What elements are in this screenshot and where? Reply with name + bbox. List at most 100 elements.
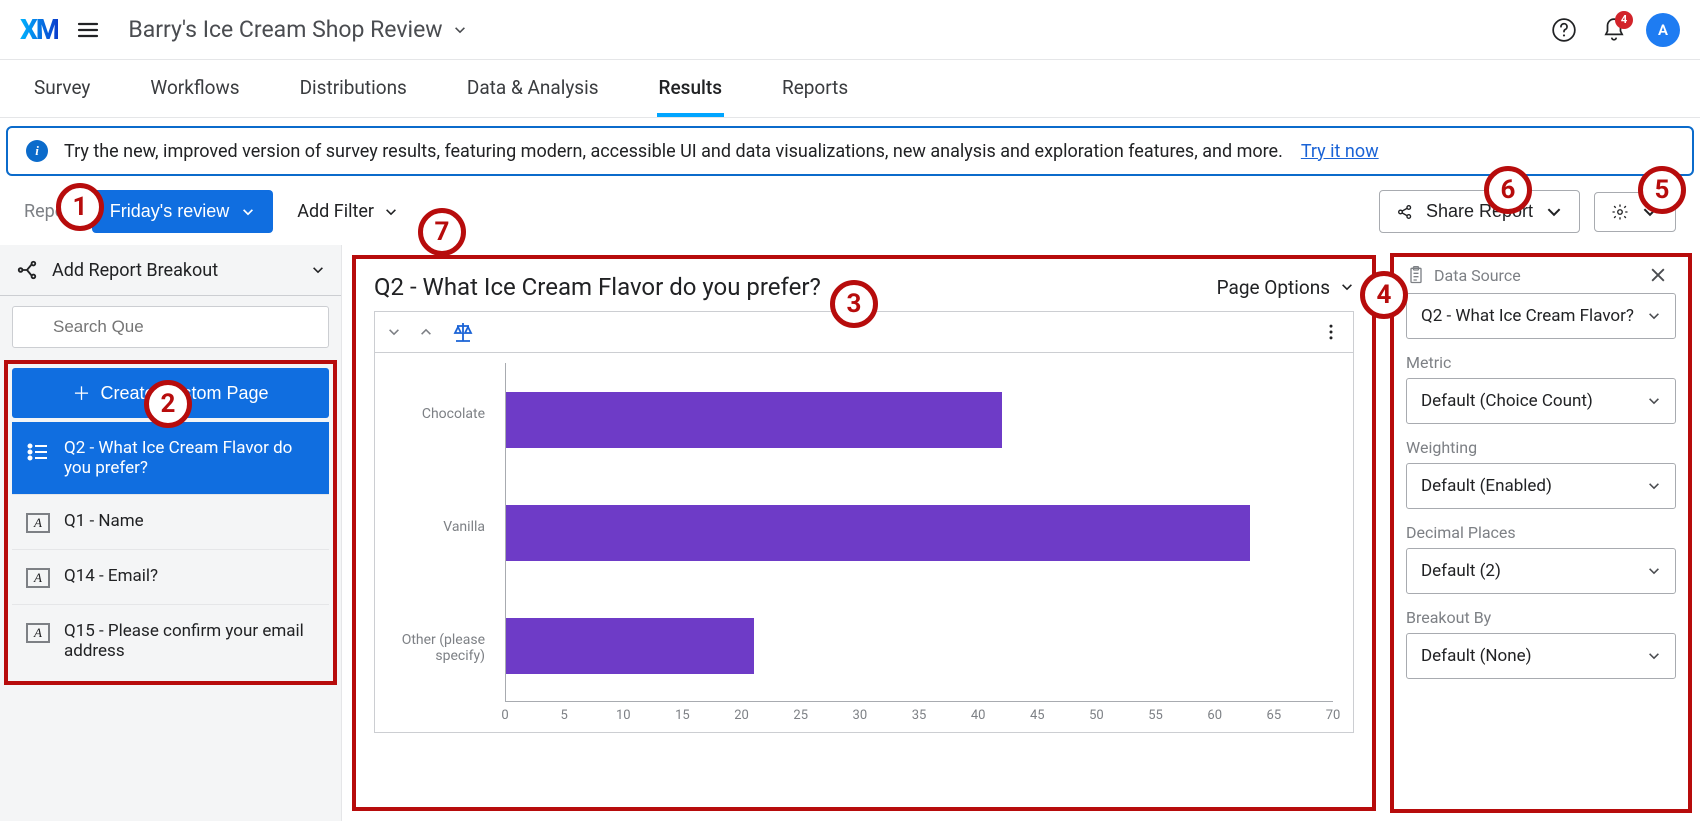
chart-bar [506,618,754,674]
chevron-down-icon [311,263,325,277]
page-item-q1[interactable]: A Q1 - Name [12,495,329,550]
tab-results[interactable]: Results [657,60,724,117]
info-banner-text: Try the new, improved version of survey … [64,141,1283,162]
data-source-select[interactable]: Q2 - What Ice Cream Flavor? [1406,293,1676,339]
text-question-icon: A [26,623,50,643]
add-filter-dropdown[interactable]: Add Filter [297,201,398,222]
tab-distributions[interactable]: Distributions [298,60,409,117]
metric-select[interactable]: Default (Choice Count) [1406,378,1676,424]
page-options-dropdown[interactable]: Page Options [1217,276,1354,299]
chart-tick-label: 25 [793,708,808,723]
metric-label: Metric [1406,353,1676,372]
chart-tick-label: 45 [1030,708,1045,723]
close-icon[interactable] [1648,265,1668,285]
chevron-down-icon [1647,649,1661,663]
chevron-down-icon [453,23,467,37]
question-title: Q2 - What Ice Cream Flavor do you prefer… [374,273,821,301]
breakout-by-select[interactable]: Default (None) [1406,633,1676,679]
logo[interactable]: XM [20,13,58,46]
chart-tick-label: 30 [853,708,868,723]
chevron-down-icon [1545,203,1563,221]
tab-data-analysis[interactable]: Data & Analysis [465,60,601,117]
add-filter-label: Add Filter [297,201,374,222]
project-title-text: Barry's Ice Cream Shop Review [128,16,442,43]
collapse-down-icon[interactable] [387,325,401,339]
report-selector[interactable]: Friday's review [92,190,273,233]
info-banner: i Try the new, improved version of surve… [6,126,1694,176]
notifications-button[interactable]: 4 [1596,12,1632,48]
plus-icon: ＋ [72,380,90,406]
page-item-q2[interactable]: Q2 - What Ice Cream Flavor do you prefer… [12,422,329,495]
page-item-label: Q2 - What Ice Cream Flavor do you prefer… [64,438,315,478]
chart-tick-label: 15 [675,708,690,723]
annotation-box-3: Q2 - What Ice Cream Flavor do you prefer… [352,255,1376,811]
notification-badge: 4 [1615,11,1633,29]
page-item-q15[interactable]: A Q15 - Please confirm your email addres… [12,605,329,677]
page-item-label: Q15 - Please confirm your email address [64,621,315,661]
settings-button[interactable] [1594,192,1676,232]
search-questions-input[interactable] [12,306,329,348]
help-button[interactable] [1546,12,1582,48]
page-item-label: Q1 - Name [64,511,144,531]
chart-tick-label: 50 [1089,708,1104,723]
main-navigation: Survey Workflows Distributions Data & An… [0,60,1700,118]
bar-chart: ChocolateVanillaOther (please specify)05… [374,353,1354,733]
chart-category-label: Chocolate [375,406,485,422]
collapse-up-icon[interactable] [419,325,433,339]
share-report-button[interactable]: Share Report [1379,190,1580,233]
tab-survey[interactable]: Survey [32,60,92,117]
hamburger-icon [76,18,100,42]
chevron-down-icon [1647,309,1661,323]
share-report-label: Share Report [1426,201,1533,222]
chart-tick-label: 0 [501,708,508,723]
help-icon [1551,17,1577,43]
chevron-down-icon [1641,203,1659,221]
visualization-toolbar [374,311,1354,353]
chart-category-label: Vanilla [375,519,485,535]
data-source-value: Q2 - What Ice Cream Flavor? [1421,306,1634,326]
tab-workflows[interactable]: Workflows [148,60,241,117]
breakout-by-value: Default (None) [1421,646,1532,666]
create-custom-page-label: Create Custom Page [100,383,268,404]
chevron-down-icon [1647,394,1661,408]
visualization-menu-icon[interactable] [1321,322,1341,342]
project-title-dropdown[interactable]: Barry's Ice Cream Shop Review [128,16,466,43]
clipboard-icon [1406,265,1426,285]
chart-tick-label: 70 [1326,708,1341,723]
chart-tick-label: 20 [734,708,749,723]
chart-bar [506,505,1250,561]
chevron-down-icon [241,205,255,219]
weighting-label: Weighting [1406,438,1676,457]
weighting-icon[interactable] [451,320,475,344]
chart-bar [506,392,1002,448]
decimal-places-value: Default (2) [1421,561,1501,581]
create-custom-page-button[interactable]: ＋ Create Custom Page [12,368,329,418]
chart-tick-label: 55 [1148,708,1163,723]
share-icon [1396,203,1414,221]
user-avatar[interactable]: A [1646,13,1680,47]
try-it-now-link[interactable]: Try it now [1301,141,1379,162]
page-item-q14[interactable]: A Q14 - Email? [12,550,329,605]
annotation-box-4: Data Source Q2 - What Ice Cream Flavor? … [1390,253,1692,813]
page-item-label: Q14 - Email? [64,566,158,586]
chart-tick-label: 35 [912,708,927,723]
breakout-icon [16,259,38,281]
page-options-label: Page Options [1217,276,1330,299]
menu-button[interactable] [70,12,106,48]
chevron-down-icon [1647,564,1661,578]
chevron-down-icon [1647,479,1661,493]
add-report-breakout-dropdown[interactable]: Add Report Breakout [0,245,341,296]
breakout-label: Add Report Breakout [52,260,218,281]
chart-tick-label: 10 [616,708,631,723]
chart-tick-label: 60 [1207,708,1222,723]
chart-tick-label: 65 [1267,708,1282,723]
tab-reports[interactable]: Reports [780,60,850,117]
selected-report-name: Friday's review [110,201,229,222]
weighting-select[interactable]: Default (Enabled) [1406,463,1676,509]
annotation-box-2: ＋ Create Custom Page Q2 - What Ice Cream… [4,360,337,685]
decimal-places-select[interactable]: Default (2) [1406,548,1676,594]
list-icon [26,440,50,464]
chart-tick-label: 40 [971,708,986,723]
text-question-icon: A [26,513,50,533]
text-question-icon: A [26,568,50,588]
